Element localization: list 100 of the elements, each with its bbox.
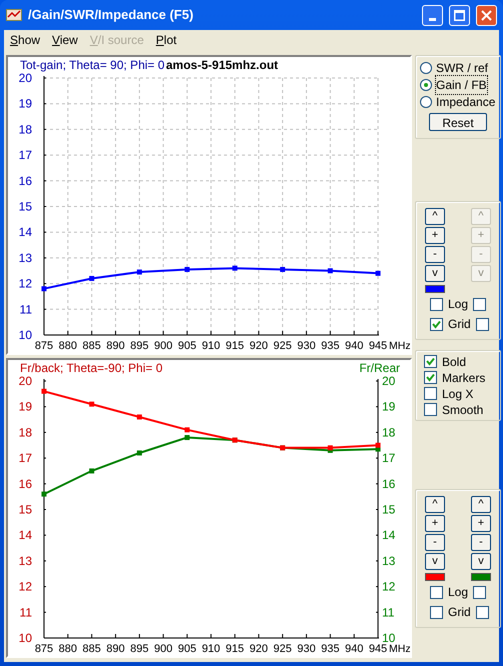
tick-label: 15 <box>382 502 396 516</box>
tick-label: 11 <box>382 605 394 620</box>
tick-label: 900 <box>154 340 172 352</box>
tick-label: 16 <box>18 174 32 188</box>
tick-label: 17 <box>18 148 32 162</box>
checkbox[interactable] <box>424 387 437 400</box>
tick-label: 900 <box>154 643 172 655</box>
tick-label: 910 <box>202 643 220 655</box>
tick-label: 13 <box>18 554 32 568</box>
tick-label: 14 <box>382 528 396 542</box>
scale-button[interactable]: + <box>425 227 445 244</box>
tick-label: 880 <box>58 340 78 352</box>
radio-label: Gain / FB <box>436 76 487 94</box>
maximize-button[interactable] <box>449 4 470 26</box>
data-marker <box>42 286 46 292</box>
tick-label: 14 <box>18 225 32 240</box>
tick-label: 895 <box>130 340 149 352</box>
reset-button[interactable]: Reset <box>429 113 487 131</box>
checkbox-label: Log <box>448 296 468 313</box>
checkbox[interactable] <box>430 606 443 618</box>
scale-button[interactable]: v <box>471 553 491 570</box>
tick-label: 20 <box>18 71 32 85</box>
checkbox[interactable] <box>430 298 443 310</box>
scale-button[interactable]: - <box>471 534 491 551</box>
tick-label: 940 <box>344 340 364 352</box>
scale-button[interactable]: v <box>425 553 445 570</box>
menu-item[interactable]: Plot <box>152 31 181 49</box>
data-marker <box>89 402 94 407</box>
data-marker <box>136 450 142 456</box>
checkbox-label: Log X <box>442 386 474 402</box>
tick-label: 17 <box>382 451 396 466</box>
checkbox[interactable] <box>424 355 437 368</box>
axis-label: MHz <box>389 340 410 352</box>
tick-label: 945 <box>368 643 388 655</box>
scale-button[interactable]: + <box>425 515 445 532</box>
menu-item[interactable]: View <box>48 31 82 49</box>
data-marker <box>280 266 286 272</box>
tick-label: 930 <box>297 643 316 655</box>
checkbox[interactable] <box>430 586 443 598</box>
tick-label: 10 <box>18 631 32 645</box>
tick-label: 935 <box>321 643 340 655</box>
tick-label: 19 <box>18 400 32 414</box>
tick-label: 12 <box>382 580 396 594</box>
scale-button[interactable]: ^ <box>425 496 445 513</box>
close-button[interactable] <box>476 4 497 26</box>
tick-label: 19 <box>382 400 396 414</box>
radio-label: SWR / ref <box>436 60 488 77</box>
checkbox[interactable] <box>424 371 437 384</box>
radio-button[interactable] <box>420 62 432 74</box>
tick-label: 10 <box>382 631 396 645</box>
checkbox[interactable] <box>430 318 443 330</box>
radio-button[interactable] <box>420 96 432 108</box>
tick-label: 16 <box>18 476 32 491</box>
data-marker <box>232 266 238 271</box>
checkbox[interactable] <box>424 403 437 416</box>
data-marker <box>376 270 380 276</box>
tick-label: 12 <box>18 276 32 291</box>
checkbox[interactable] <box>476 318 489 330</box>
data-marker <box>42 492 46 497</box>
checkbox[interactable] <box>476 606 489 618</box>
scale-button[interactable]: ^ <box>425 208 445 225</box>
tick-label: 940 <box>344 643 364 655</box>
color-swatch[interactable] <box>471 573 491 581</box>
tick-label: 15 <box>18 200 32 214</box>
scale-button[interactable]: - <box>425 246 445 263</box>
scale-button[interactable]: + <box>471 515 491 532</box>
checkbox[interactable] <box>473 298 486 310</box>
data-marker <box>136 270 142 275</box>
scale-button[interactable]: ^ <box>471 496 491 513</box>
checkbox[interactable] <box>473 586 486 598</box>
tick-label: 880 <box>58 643 78 655</box>
file-name: amos-5-915mhz.out <box>166 58 278 72</box>
tick-label: 14 <box>18 528 32 542</box>
chart-title: Tot-gain; Theta= 90; Phi= 0 <box>20 58 165 72</box>
color-swatch[interactable] <box>425 573 445 581</box>
tick-label: 12 <box>18 580 32 594</box>
tick-label: 925 <box>273 643 292 655</box>
menu-item[interactable]: Show <box>6 31 44 49</box>
right-axis-title: Fr/Rear <box>359 361 400 375</box>
tick-label: 11 <box>20 605 32 620</box>
color-swatch[interactable] <box>425 285 445 293</box>
chart-title: Fr/back; Theta=-90; Phi= 0 <box>20 361 163 375</box>
data-marker <box>184 266 190 272</box>
minimize-icon <box>429 18 436 20</box>
tick-label: 890 <box>106 643 125 655</box>
minimize-button[interactable] <box>422 4 443 26</box>
radio-button[interactable] <box>420 79 432 91</box>
tick-label: 885 <box>82 643 101 655</box>
tick-label: 905 <box>178 643 196 655</box>
data-marker <box>89 276 94 281</box>
tick-label: 915 <box>226 643 244 655</box>
tick-label: 15 <box>18 502 32 516</box>
tick-label: 875 <box>34 340 54 352</box>
tick-label: 920 <box>250 643 268 655</box>
tick-label: 890 <box>106 340 125 352</box>
tick-label: 935 <box>321 340 340 352</box>
scale-button[interactable]: v <box>425 265 445 282</box>
checkbox-label: Grid <box>448 604 471 621</box>
scale-button[interactable]: - <box>425 534 445 551</box>
tick-label: 895 <box>130 643 149 655</box>
